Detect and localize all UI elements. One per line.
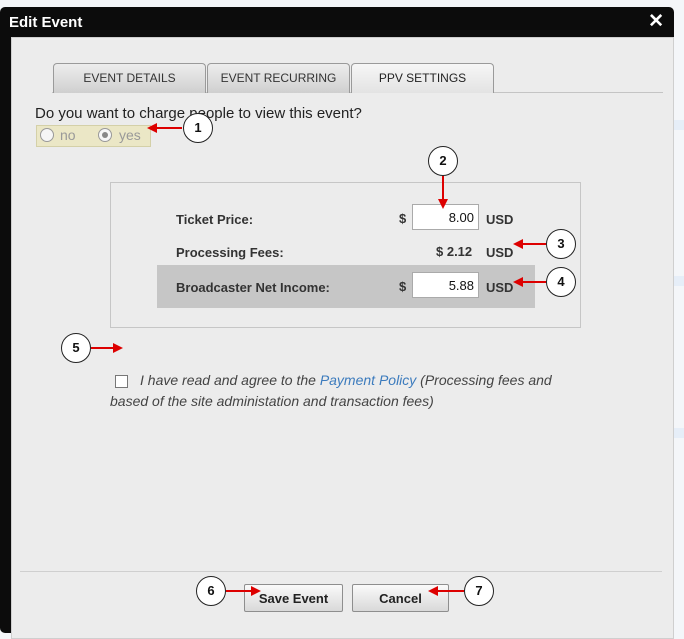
annotation-arrows <box>91 123 546 596</box>
callout-5: 5 <box>61 333 91 363</box>
callout-7: 7 <box>464 576 494 606</box>
callout-2: 2 <box>428 146 458 176</box>
callout-3: 3 <box>546 229 576 259</box>
callout-1: 1 <box>183 113 213 143</box>
callout-6: 6 <box>196 576 226 606</box>
callout-4: 4 <box>546 267 576 297</box>
